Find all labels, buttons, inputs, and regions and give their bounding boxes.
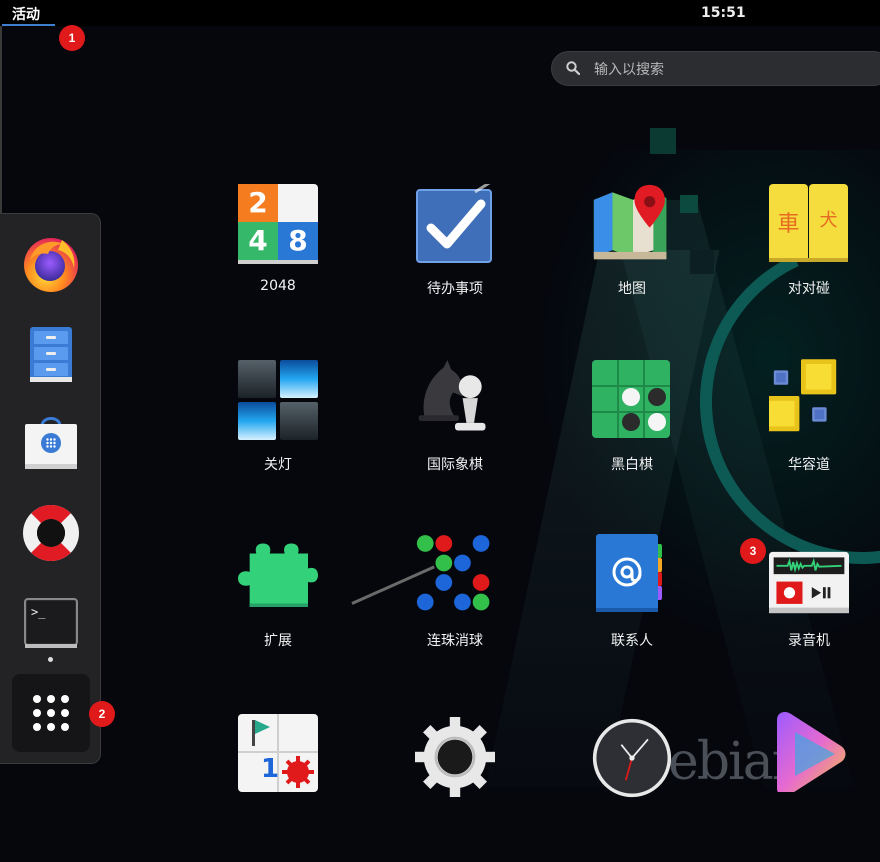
activities-button[interactable]: 活动 [12,4,40,24]
app-label: 华容道 [788,457,830,473]
app-2048[interactable]: 2 4 8 2048 [203,184,353,334]
help-launcher[interactable] [12,494,90,572]
firefox-icon [24,238,78,292]
top-bar: 活动 15:51 [0,0,880,26]
tile-2: 2 [248,186,268,219]
puzzle-piece-icon [238,536,318,616]
clock[interactable]: 15:51 [701,5,746,21]
app-label: 对对碰 [788,281,830,297]
sound-recorder-icon [769,536,849,616]
terminal-launcher[interactable]: >_ [12,585,90,663]
firefox-launcher[interactable] [12,224,90,302]
app-mines[interactable]: 1 [203,712,353,862]
svg-text:>_: >_ [31,605,46,619]
app-label: 国际象棋 [427,457,483,473]
app-todo[interactable]: 待办事项 [380,184,530,334]
app-label: 联系人 [611,633,653,649]
app-five-or-more[interactable]: 连珠消球 [380,535,530,686]
app-label: 扩展 [264,633,292,649]
gear-icon [415,712,495,797]
marker-1: 1 [59,25,85,51]
reversi-board-icon [592,360,672,440]
show-apps-button[interactable] [12,674,90,752]
clock-icon [592,712,672,798]
app-settings[interactable] [380,712,530,862]
search-input[interactable] [592,58,846,82]
app-grid-icon [33,695,69,731]
marker-3: 3 [740,538,766,564]
tile-char-left: 車 [777,212,800,237]
map-pin-icon [592,184,672,264]
app-label: 关灯 [264,457,292,473]
activities-indicator [2,24,55,26]
app-clocks[interactable] [557,712,707,862]
file-cabinet-icon [30,327,72,382]
tile-8: 8 [288,224,308,257]
app-extensions[interactable]: 扩展 [203,536,353,686]
lights-grid-icon [238,360,318,440]
app-label: 2048 [260,278,296,294]
mahjong-tiles-icon: 車 犬 [769,184,849,264]
app-chess[interactable]: 国际象棋 [380,360,530,510]
software-launcher[interactable] [12,402,90,480]
app-label: 地图 [618,281,646,297]
app-label: 待办事项 [427,281,483,297]
running-indicator [48,657,53,662]
lifebuoy-icon [23,505,79,561]
window-edge [0,26,2,216]
app-label: 录音机 [788,633,830,649]
terminal-icon: >_ [24,598,78,648]
app-lights-off[interactable]: 关灯 [203,360,353,510]
app-video-player[interactable] [734,712,880,862]
app-klotski[interactable]: 华容道 [734,359,880,510]
colored-balls-icon [415,535,495,616]
minesweeper-icon: 1 [238,712,318,792]
app-swell-foop[interactable]: 車 犬 对对碰 [734,184,880,334]
files-launcher[interactable] [12,315,90,393]
app-label: 黑白棋 [611,457,653,473]
address-book-icon [592,534,672,616]
search-bar[interactable] [551,51,880,86]
app-label: 连珠消球 [427,633,483,649]
app-reversi[interactable]: 黑白棋 [557,360,707,510]
play-icon [769,712,849,792]
marker-2: 2 [89,701,115,727]
2048-icon: 2 4 8 [238,184,318,264]
mine-count: 1 [260,754,280,784]
checkmark-icon [415,184,495,264]
tile-char-right: 犬 [819,210,838,231]
app-maps[interactable]: 地图 [557,184,707,334]
tile-4: 4 [248,224,268,257]
klotski-blocks-icon [769,359,849,440]
app-contacts[interactable]: 联系人 [557,534,707,686]
chess-pieces-icon [415,360,495,440]
search-icon [566,61,580,75]
shopping-bag-icon [25,417,77,469]
